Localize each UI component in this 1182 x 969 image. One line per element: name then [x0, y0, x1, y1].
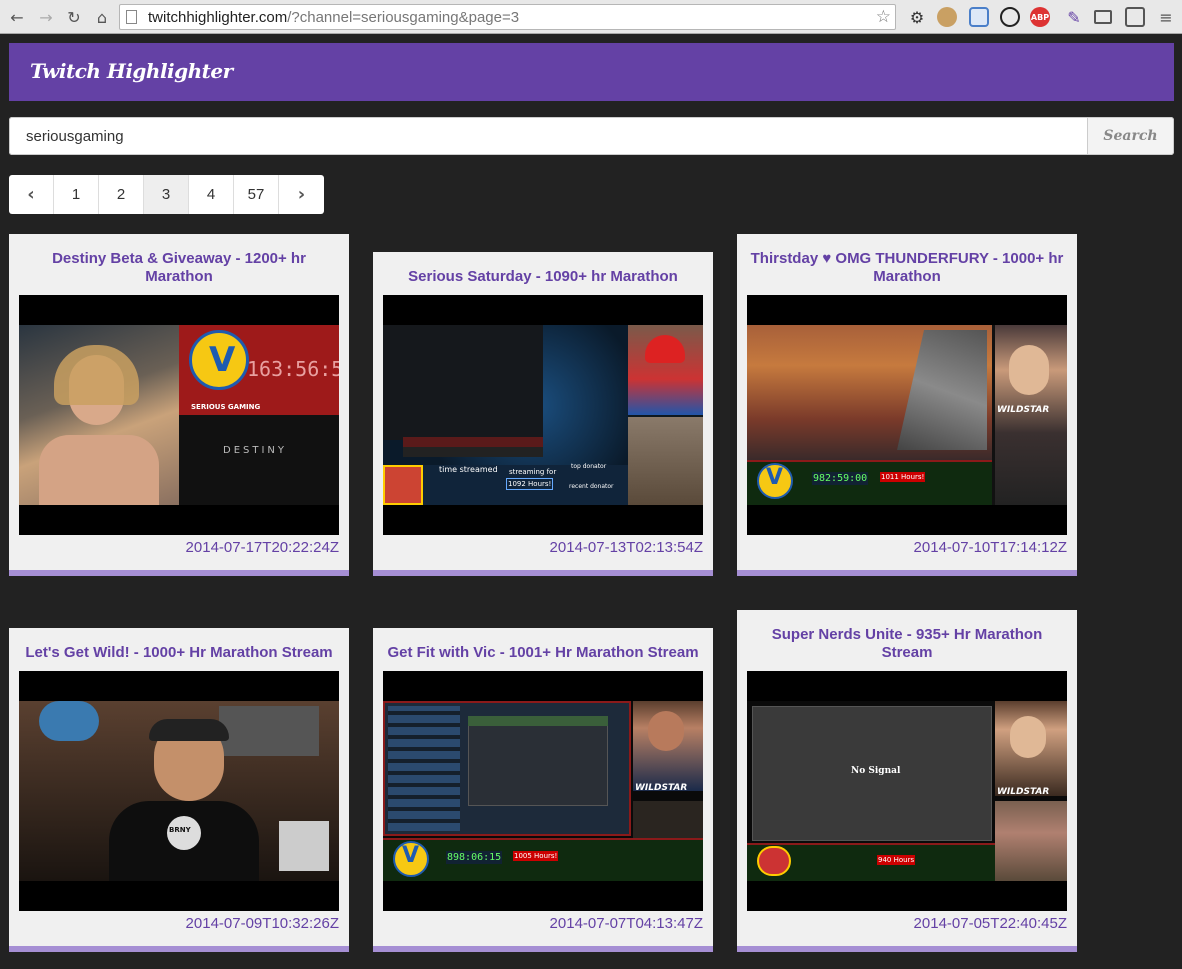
gear-icon[interactable]: ⚙ — [907, 7, 927, 27]
video-card[interactable]: Get Fit with Vic - 1001+ Hr Marathon Str… — [373, 628, 713, 952]
pagination-next-icon[interactable]: › — [279, 175, 324, 214]
adblock-icon[interactable]: ABP — [1030, 7, 1050, 27]
pocket-icon[interactable] — [1125, 7, 1145, 27]
thumbnail-image: BRNY — [19, 701, 339, 881]
video-title[interactable]: Let's Get Wild! - 1000+ Hr Marathon Stre… — [19, 644, 339, 662]
video-title[interactable]: Get Fit with Vic - 1001+ Hr Marathon Str… — [383, 644, 703, 662]
search-form: Search — [9, 117, 1174, 155]
timer-overlay: 163:56:53 — [247, 357, 339, 381]
video-date: 2014-07-17T20:22:24Z — [185, 539, 339, 556]
video-title[interactable]: Destiny Beta & Giveaway - 1200+ hr Marat… — [19, 250, 339, 286]
reload-icon[interactable]: ↻ — [63, 6, 85, 28]
video-thumbnail[interactable]: time streamed streaming for 1092 Hours! … — [383, 295, 703, 535]
site-header: Twitch Highlighter — [9, 43, 1174, 101]
back-icon[interactable]: ← — [6, 6, 28, 28]
page-link-3-active[interactable]: 3 — [144, 175, 189, 214]
pagination: ‹ 1 2 3 4 57 › — [9, 175, 324, 214]
thumbnail-image: No Signal WILDSTAR 940 Hours — [747, 701, 1067, 881]
video-card[interactable]: Destiny Beta & Giveaway - 1200+ hr Marat… — [9, 234, 349, 576]
url-text[interactable]: twitchhighlighter.com/?channel=seriousga… — [148, 9, 519, 26]
cookie-icon[interactable] — [937, 7, 957, 27]
video-thumbnail[interactable]: V 982:59:00 1011 Hours! WILDSTAR — [747, 295, 1067, 535]
video-camera-icon[interactable] — [1094, 10, 1112, 24]
no-signal-text: No Signal — [851, 766, 901, 776]
video-date: 2014-07-10T17:14:12Z — [913, 539, 1067, 556]
thumbnail-image: V 982:59:00 1011 Hours! WILDSTAR — [747, 325, 1067, 505]
video-thumbnail[interactable]: BRNY — [19, 671, 339, 911]
browser-toolbar: ← → ↻ ⌂ twitchhighlighter.com/?channel=s… — [0, 0, 1182, 34]
video-title[interactable]: Thirstday ♥ OMG THUNDERFURY - 1000+ hr M… — [747, 250, 1067, 286]
thumbnail-image: WILDSTAR V 898:06:15 1005 Hours! — [383, 701, 703, 881]
video-thumbnail[interactable]: No Signal WILDSTAR 940 Hours — [747, 671, 1067, 911]
eyedropper-icon[interactable]: ✎ — [1064, 7, 1084, 27]
video-card[interactable]: Super Nerds Unite - 935+ Hr Marathon Str… — [737, 610, 1077, 952]
video-thumbnail[interactable]: V 163:56:53 SERIOUS GAMING DESTINY — [19, 295, 339, 535]
video-card[interactable]: Thirstday ♥ OMG THUNDERFURY - 1000+ hr M… — [737, 234, 1077, 576]
folder-icon[interactable] — [969, 7, 989, 27]
bookmark-star-icon[interactable]: ☆ — [876, 7, 891, 27]
video-date: 2014-07-09T10:32:26Z — [185, 915, 339, 932]
sync-icon[interactable] — [1000, 7, 1020, 27]
video-date: 2014-07-13T02:13:54Z — [549, 539, 703, 556]
menu-icon[interactable]: ≡ — [1156, 7, 1176, 27]
video-card[interactable]: Serious Saturday - 1090+ hr Marathon tim… — [373, 252, 713, 576]
thumbnail-image: V 163:56:53 SERIOUS GAMING DESTINY — [19, 325, 339, 505]
address-bar[interactable]: twitchhighlighter.com/?channel=seriousga… — [119, 4, 896, 30]
home-icon[interactable]: ⌂ — [91, 6, 113, 28]
video-card[interactable]: Let's Get Wild! - 1000+ Hr Marathon Stre… — [9, 628, 349, 952]
video-title[interactable]: Serious Saturday - 1090+ hr Marathon — [383, 268, 703, 286]
thumbnail-image: time streamed streaming for 1092 Hours! … — [383, 325, 703, 505]
video-thumbnail[interactable]: WILDSTAR V 898:06:15 1005 Hours! — [383, 671, 703, 911]
page-link-57[interactable]: 57 — [234, 175, 279, 214]
channel-search-input[interactable] — [9, 117, 1087, 155]
page-link-2[interactable]: 2 — [99, 175, 144, 214]
page-link-1[interactable]: 1 — [54, 175, 99, 214]
pagination-prev-icon[interactable]: ‹ — [9, 175, 54, 214]
page-icon — [126, 10, 137, 24]
forward-icon[interactable]: → — [35, 6, 57, 28]
search-button[interactable]: Search — [1087, 117, 1174, 155]
video-date: 2014-07-05T22:40:45Z — [913, 915, 1067, 932]
video-date: 2014-07-07T04:13:47Z — [549, 915, 703, 932]
site-brand[interactable]: Twitch Highlighter — [30, 59, 233, 83]
page-link-4[interactable]: 4 — [189, 175, 234, 214]
video-title[interactable]: Super Nerds Unite - 935+ Hr Marathon Str… — [747, 626, 1067, 662]
